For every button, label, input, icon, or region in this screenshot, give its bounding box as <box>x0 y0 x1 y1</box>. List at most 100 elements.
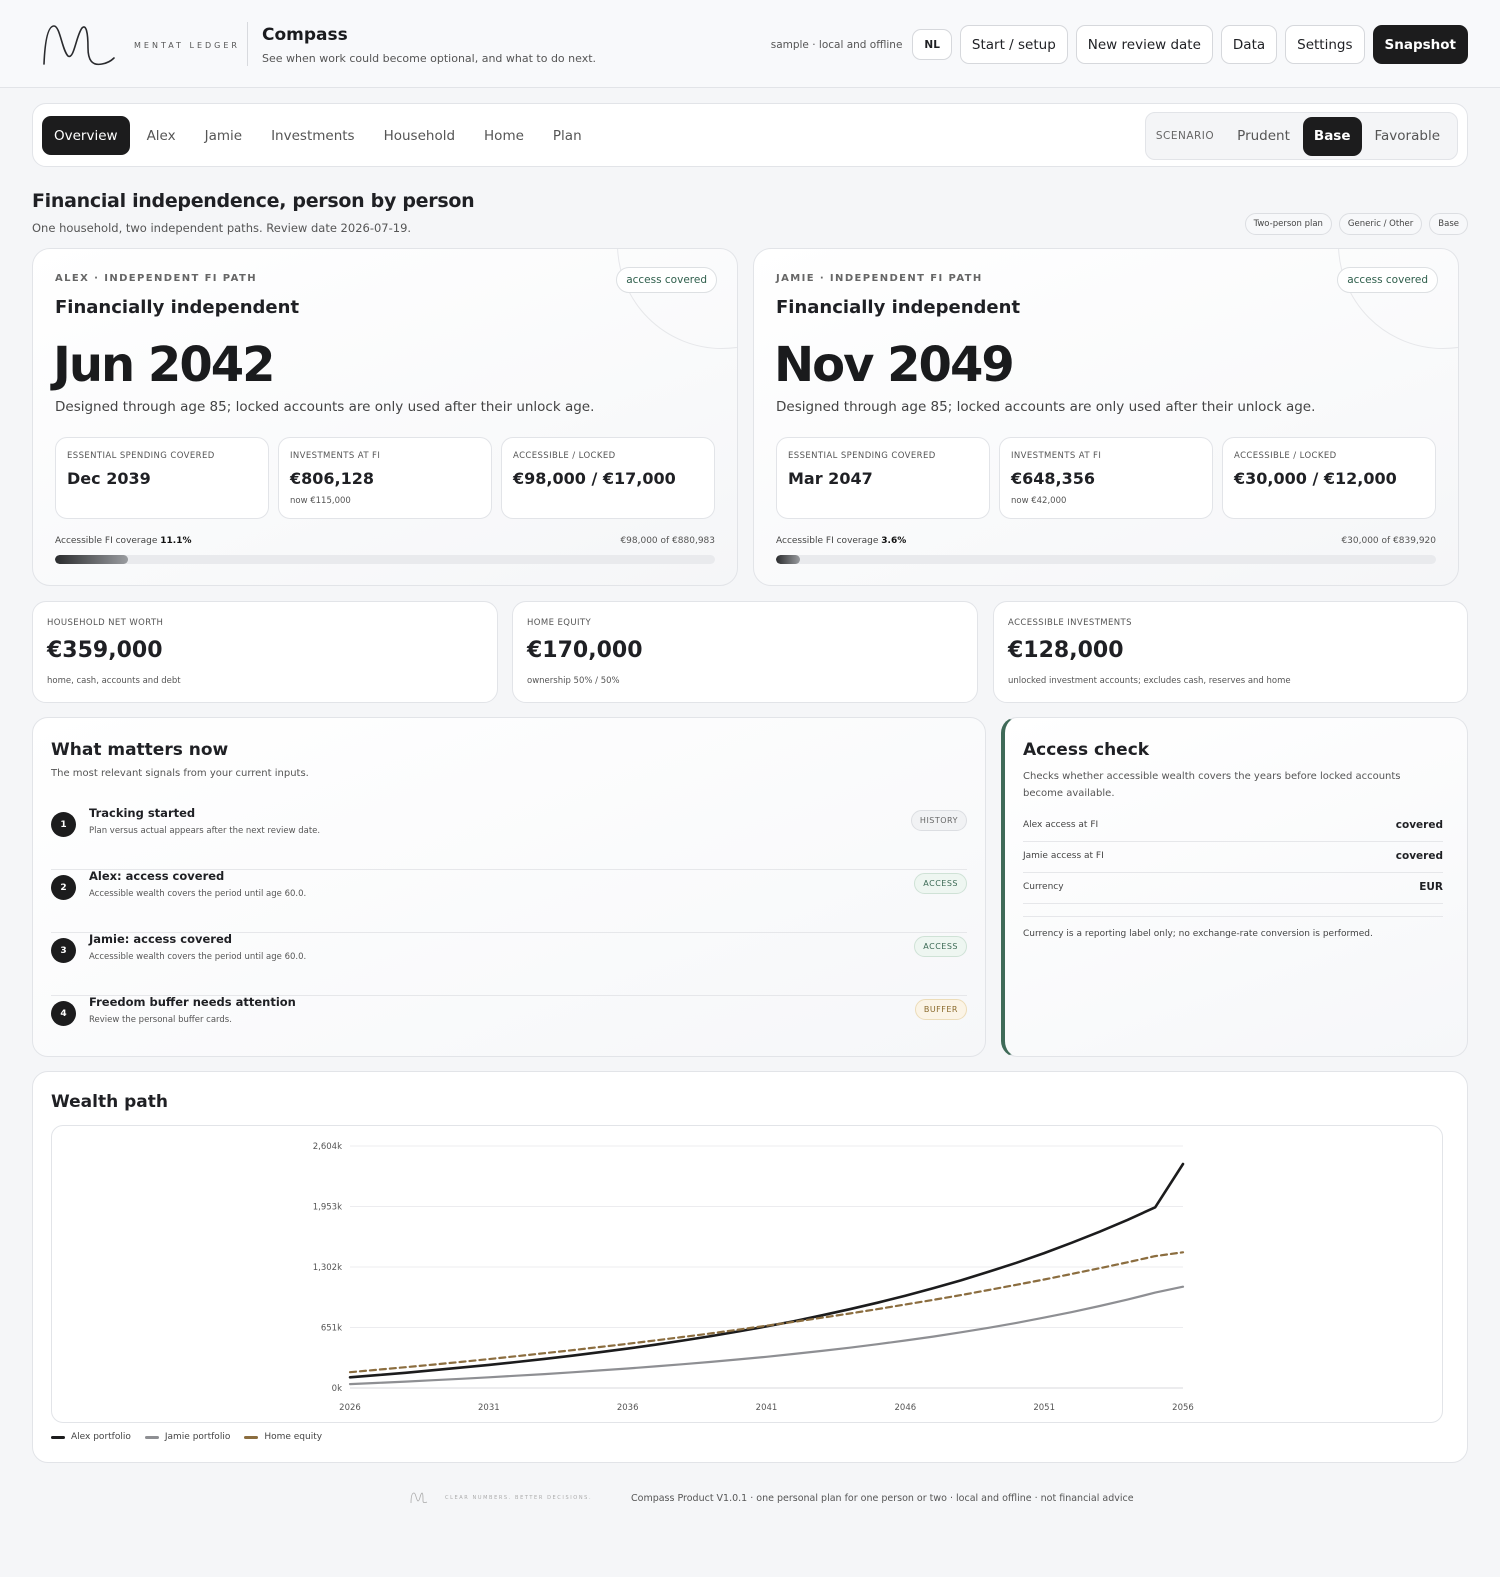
fi-date: Nov 2049 <box>774 337 1015 393</box>
header-divider <box>247 22 248 66</box>
metric-sub: now €115,000 <box>290 496 351 506</box>
start-setup-button[interactable]: Start / setup <box>959 25 1068 64</box>
chip-plan-type: Two-person plan <box>1244 213 1332 235</box>
series-line-alex-portfolio <box>348 1162 1185 1379</box>
legend-label: Home equity <box>264 1432 323 1442</box>
data-button[interactable]: Data <box>1220 25 1278 64</box>
list-item: 4 Freedom buffer needs attention Review th… <box>51 995 967 1059</box>
access-badge: access covered <box>616 267 717 293</box>
mode-note: sample · local and offline <box>770 38 903 51</box>
access-row-value: EUR <box>1419 881 1443 893</box>
stat-label: HOUSEHOLD NET WORTH <box>47 618 164 628</box>
plan-chips: Two-person plan Generic / Other Base <box>1244 213 1468 235</box>
access-row: Currency EUR <box>1023 873 1443 904</box>
currency-note: Currency is a reporting label only; no e… <box>1023 916 1443 939</box>
metric-essential-spending: ESSENTIAL SPENDING COVERED Dec 2039 <box>55 437 269 519</box>
app-title: Compass <box>262 25 348 45</box>
footer-text: Compass Product V1.0.1 · one personal pl… <box>631 1493 1134 1504</box>
fi-date: Jun 2042 <box>53 337 276 393</box>
stat-value: €128,000 <box>1008 638 1124 663</box>
metric-accessible-locked: ACCESSIBLE / LOCKED €30,000 / €12,000 <box>1222 437 1436 519</box>
footer-tagline: CLEAR NUMBERS. BETTER DECISIONS. <box>445 1495 593 1501</box>
snapshot-button[interactable]: Snapshot <box>1372 25 1468 64</box>
metric-value: €806,128 <box>290 469 375 488</box>
coverage-value: 3.6% <box>881 536 907 546</box>
stat-sub: ownership 50% / 50% <box>527 676 620 686</box>
series-line-jamie-portfolio <box>348 1285 1185 1386</box>
legend-swatch <box>144 1435 159 1439</box>
y-tick-label: 2,604k <box>313 1142 342 1152</box>
item-subtitle: Review the personal buffer cards. <box>89 1015 232 1025</box>
access-row-value: covered <box>1395 850 1443 862</box>
tab-alex[interactable]: Alex <box>135 116 188 155</box>
item-tag: ACCESS <box>914 873 967 894</box>
fi-note: Designed through age 85; locked accounts… <box>55 399 595 415</box>
new-review-date-button[interactable]: New review date <box>1075 25 1213 64</box>
stat-label: ACCESSIBLE INVESTMENTS <box>1008 618 1132 628</box>
decorative-arc <box>1338 249 1458 349</box>
access-check-card: Access check Checks whether accessible w… <box>1001 717 1468 1057</box>
legend-swatch <box>51 1435 65 1439</box>
tab-overview[interactable]: Overview <box>42 116 130 155</box>
page-subtitle: One household, two independent paths. Re… <box>32 221 412 235</box>
tab-home[interactable]: Home <box>472 116 536 155</box>
legend-item: Alex portfolio <box>51 1432 131 1442</box>
app-subtitle: See when work could become optional, and… <box>262 52 597 65</box>
fi-status: Financially independent <box>776 297 1021 318</box>
x-tick-label: 2056 <box>1172 1403 1194 1413</box>
metric-label: INVESTMENTS AT FI <box>290 451 381 461</box>
chart-legend: Alex portfolio Jamie portfolio Home equity <box>51 1432 322 1442</box>
fi-kicker: ALEX · INDEPENDENT FI PATH <box>55 273 257 284</box>
coverage-progress-bar <box>55 555 715 564</box>
item-number: 4 <box>51 1001 76 1026</box>
metric-value: €30,000 / €12,000 <box>1234 469 1397 488</box>
tab-household[interactable]: Household <box>372 116 467 155</box>
fi-card-jamie: JAMIE · INDEPENDENT FI PATH access cover… <box>753 248 1459 586</box>
y-tick-label: 0k <box>332 1384 342 1394</box>
metric-value: €648,356 <box>1011 469 1096 488</box>
metric-label: ACCESSIBLE / LOCKED <box>1234 451 1337 461</box>
scenario-prudent[interactable]: Prudent <box>1226 117 1301 156</box>
access-row: Jamie access at FI covered <box>1023 842 1443 873</box>
legend-label: Alex portfolio <box>71 1432 131 1442</box>
access-row-value: covered <box>1395 819 1443 831</box>
page-title: Financial independence, person by person <box>32 190 475 212</box>
scenario-favorable[interactable]: Favorable <box>1364 117 1452 156</box>
top-bar: MENTAT LEDGER Compass See when work coul… <box>0 0 1500 88</box>
legend-item: Home equity <box>244 1432 322 1442</box>
coverage-value: 11.1% <box>160 536 192 546</box>
item-subtitle: Accessible wealth covers the period unti… <box>89 889 307 899</box>
metric-sub: now €42,000 <box>1011 496 1067 506</box>
item-tag: ACCESS <box>914 936 967 957</box>
series-line-home-equity <box>348 1251 1185 1374</box>
wealth-path-card: Wealth path 0k 651k 1,302k 1,953k 2,604k 2026… <box>32 1071 1468 1463</box>
what-matters-card: What matters now The most relevant signa… <box>32 717 986 1057</box>
item-subtitle: Accessible wealth covers the period unti… <box>89 952 307 962</box>
fi-kicker: JAMIE · INDEPENDENT FI PATH <box>776 273 983 284</box>
tab-jamie[interactable]: Jamie <box>193 116 254 155</box>
coverage-detail: €30,000 of €839,920 <box>1341 536 1436 546</box>
item-number: 2 <box>51 875 76 900</box>
tab-plan[interactable]: Plan <box>541 116 594 155</box>
metric-accessible-locked: ACCESSIBLE / LOCKED €98,000 / €17,000 <box>501 437 715 519</box>
stat-accessible-investments: ACCESSIBLE INVESTMENTS €128,000 unlocked… <box>993 601 1468 703</box>
chip-scenario: Base <box>1429 213 1468 235</box>
fi-status: Financially independent <box>55 297 300 318</box>
footer-logo <box>410 1492 428 1504</box>
wealth-chart-frame: 0k 651k 1,302k 1,953k 2,604k 2026 2031 2036 2041… <box>51 1125 1443 1423</box>
card-subtitle: The most relevant signals from your curr… <box>51 768 309 779</box>
coverage-progress-fill <box>55 555 129 564</box>
mentat-ledger-logo <box>43 25 115 66</box>
legend-label: Jamie portfolio <box>164 1432 231 1442</box>
item-title: Tracking started <box>89 806 196 820</box>
language-toggle-button[interactable]: NL <box>912 29 952 60</box>
scenario-base[interactable]: Base <box>1302 116 1362 156</box>
settings-button[interactable]: Settings <box>1285 25 1365 64</box>
item-tag: HISTORY <box>910 810 967 831</box>
item-number: 3 <box>51 938 76 963</box>
metric-label: ACCESSIBLE / LOCKED <box>513 451 616 461</box>
metric-label: ESSENTIAL SPENDING COVERED <box>67 451 215 461</box>
tab-investments[interactable]: Investments <box>259 116 367 155</box>
list-item: 2 Alex: access covered Accessible wealth c… <box>51 869 967 933</box>
metric-value: €98,000 / €17,000 <box>513 469 676 488</box>
